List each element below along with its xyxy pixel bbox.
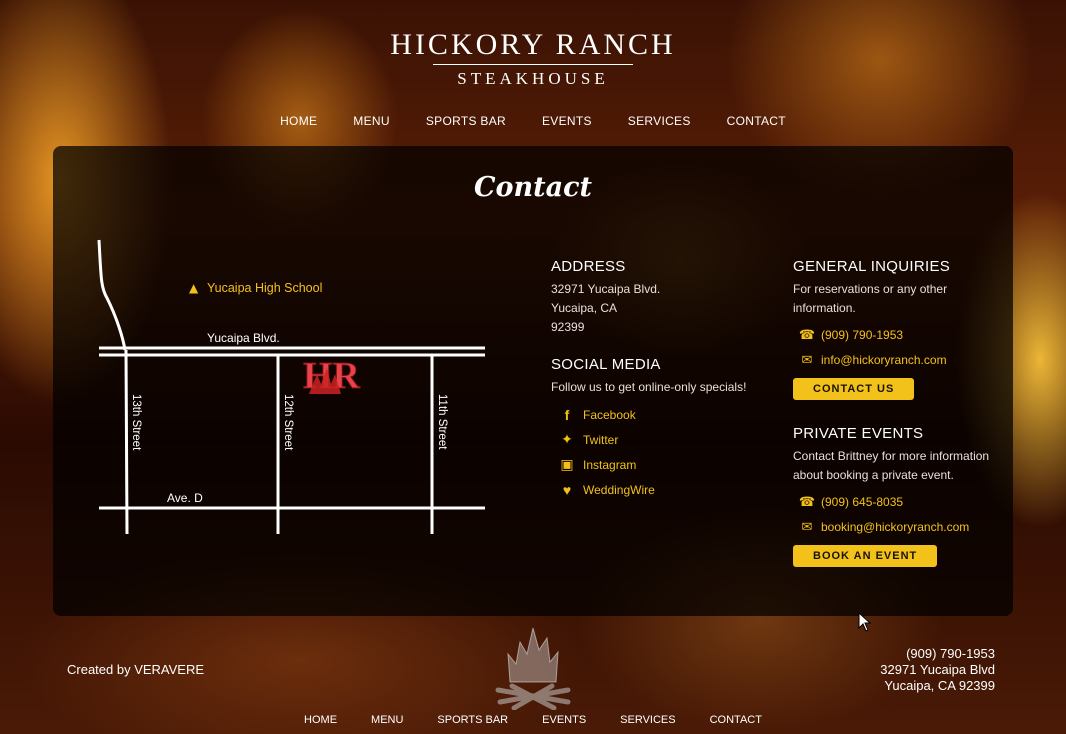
map-curved-road (97, 239, 127, 351)
envelope-icon: ✉ (801, 351, 813, 367)
private-heading: PRIVATE EVENTS (793, 425, 924, 442)
general-email[interactable]: ✉ info@hickoryranch.com (793, 347, 993, 372)
footer-nav-events[interactable]: EVENTS (525, 714, 603, 726)
map-13th-label: 13th Street (130, 394, 142, 451)
footer-phone[interactable]: (909) 790-1953 (880, 646, 995, 662)
address-column: ADDRESS 32971 Yucaipa Blvd. Yucaipa, CA … (551, 258, 761, 502)
phone-icon: ☎ (798, 493, 816, 509)
inquiries-column: GENERAL INQUIRIES For reservations or an… (793, 258, 993, 567)
book-event-button[interactable]: BOOK AN EVENT (793, 545, 938, 567)
general-text: For reservations or any other informatio… (793, 282, 948, 315)
private-email[interactable]: ✉ booking@hickoryranch.com (793, 514, 993, 539)
nav-events[interactable]: EVENTS (524, 114, 610, 128)
private-email-address[interactable]: booking@hickoryranch.com (821, 520, 969, 534)
address-line-2: Yucaipa, CA (551, 301, 618, 315)
contact-panel: Contact ▲ Yucaipa High School Yucaipa Bl… (53, 146, 1013, 616)
social-instagram[interactable]: ▣ Instagram (551, 452, 761, 477)
footer-nav: HOME MENU SPORTS BAR EVENTS SERVICES CON… (0, 714, 1066, 726)
map-11th-label: 11th Street (436, 394, 448, 450)
social-twitter[interactable]: ✦ Twitter (551, 427, 761, 452)
logo-divider (433, 64, 633, 65)
private-text: Contact Brittney for more information ab… (793, 449, 990, 482)
social-facebook[interactable]: f Facebook (551, 402, 761, 427)
map-school-label: Yucaipa High School (207, 281, 322, 295)
nav-services[interactable]: SERVICES (610, 114, 709, 128)
campfire-logo-icon (495, 627, 571, 710)
footer-credit[interactable]: Created by VERAVERE (67, 662, 204, 677)
social-instagram-label[interactable]: Instagram (583, 458, 636, 472)
nav-menu[interactable]: MENU (335, 114, 408, 128)
social-facebook-label[interactable]: Facebook (583, 408, 636, 422)
site-header: HICKORY RANCH STEAKHOUSE (0, 28, 1066, 89)
restaurant-marker-icon: HR (303, 355, 362, 398)
address-heading: ADDRESS (551, 258, 626, 275)
social-heading: SOCIAL MEDIA (551, 356, 661, 373)
map-12th-label: 12th Street (282, 394, 294, 451)
instagram-icon: ▣ (560, 456, 574, 472)
logo-subtitle: STEAKHOUSE (457, 69, 609, 88)
social-weddingwire-label[interactable]: WeddingWire (583, 483, 655, 497)
general-phone[interactable]: ☎ (909) 790-1953 (793, 322, 993, 347)
general-phone-number[interactable]: (909) 790-1953 (821, 328, 903, 342)
map-school-icon: ▲ (189, 281, 199, 295)
logo-title[interactable]: HICKORY RANCH (388, 28, 677, 62)
map-13th-street (124, 349, 129, 535)
address-line-3: 92399 (551, 320, 585, 334)
map-ave-d-label: Ave. D (167, 491, 203, 505)
private-phone[interactable]: ☎ (909) 645-8035 (793, 489, 993, 514)
contact-us-button[interactable]: CONTACT US (793, 378, 915, 400)
footer-nav-services[interactable]: SERVICES (603, 714, 692, 726)
footer-nav-menu[interactable]: MENU (354, 714, 420, 726)
main-nav: HOME MENU SPORTS BAR EVENTS SERVICES CON… (0, 114, 1066, 128)
nav-home[interactable]: HOME (262, 114, 335, 128)
footer-nav-home[interactable]: HOME (287, 714, 354, 726)
location-map[interactable]: ▲ Yucaipa High School Yucaipa Blvd. Ave.… (95, 238, 495, 548)
facebook-icon: f (564, 406, 570, 423)
social-weddingwire[interactable]: ♥ WeddingWire (551, 477, 761, 502)
address-line-1: 32971 Yucaipa Blvd. (551, 282, 661, 296)
footer-address-2: Yucaipa, CA 92399 (884, 678, 995, 693)
page-title: Contact (473, 172, 592, 203)
private-phone-number[interactable]: (909) 645-8035 (821, 495, 903, 509)
social-twitter-label[interactable]: Twitter (583, 433, 618, 447)
map-blvd-label: Yucaipa Blvd. (207, 331, 280, 345)
general-email-address[interactable]: info@hickoryranch.com (821, 353, 947, 367)
nav-sports-bar[interactable]: SPORTS BAR (408, 114, 524, 128)
twitter-icon: ✦ (561, 431, 573, 447)
general-heading: GENERAL INQUIRIES (793, 258, 951, 275)
footer-nav-contact[interactable]: CONTACT (693, 714, 779, 726)
heart-icon: ♥ (562, 481, 572, 498)
footer-address-1: 32971 Yucaipa Blvd (880, 662, 995, 677)
nav-contact[interactable]: CONTACT (709, 114, 804, 128)
social-subtitle: Follow us to get online-only specials! (551, 380, 747, 394)
mouse-cursor-icon (858, 612, 872, 632)
phone-icon: ☎ (798, 326, 816, 342)
footer-contact: (909) 790-1953 32971 Yucaipa Blvd Yucaip… (880, 646, 995, 694)
envelope-icon: ✉ (801, 518, 813, 534)
footer-nav-sports-bar[interactable]: SPORTS BAR (420, 714, 525, 726)
